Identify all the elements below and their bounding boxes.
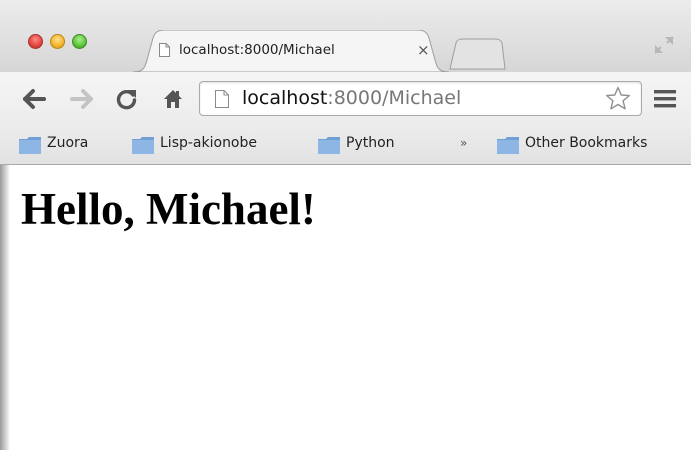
bookmark-label: Python <box>346 135 395 151</box>
url-text: localhost:8000/Michael <box>242 87 461 109</box>
bookmark-star-icon[interactable] <box>605 86 631 111</box>
tab-title: localhost:8000/Michael <box>179 42 335 58</box>
browser-window: localhost:8000/Michael × localhost:8000/… <box>0 0 691 450</box>
page-heading: Hello, Michael! <box>21 184 316 234</box>
title-bar: localhost:8000/Michael × <box>0 0 691 72</box>
forward-arrow-icon[interactable] <box>70 88 94 110</box>
hamburger-menu-icon[interactable] <box>654 90 676 108</box>
page-icon <box>215 90 229 108</box>
browser-toolbar: localhost:8000/Michael <box>0 72 691 126</box>
folder-icon <box>19 137 41 154</box>
window-edge-shadow <box>0 165 10 450</box>
url-path: :8000/Michael <box>327 87 462 109</box>
bookmarks-bar: Zuora Lisp-akionobe Python » Other Bookm… <box>0 126 691 165</box>
folder-icon <box>318 137 340 154</box>
bookmark-label: Lisp-akionobe <box>160 135 258 151</box>
close-window-button[interactable] <box>28 34 43 49</box>
bookmark-label: Other Bookmarks <box>525 135 648 151</box>
address-bar[interactable]: localhost:8000/Michael <box>199 81 642 116</box>
fullscreen-icon[interactable] <box>654 36 674 54</box>
tab-close-button[interactable]: × <box>417 41 430 59</box>
zoom-window-button[interactable] <box>72 34 87 49</box>
home-icon[interactable] <box>162 88 184 110</box>
url-host: localhost <box>242 87 328 109</box>
minimize-window-button[interactable] <box>50 34 65 49</box>
bookmark-label: Zuora <box>47 135 89 151</box>
back-arrow-icon[interactable] <box>22 88 46 110</box>
bookmarks-overflow-chevron[interactable]: » <box>460 136 467 150</box>
page-content: Hello, Michael! <box>0 165 691 450</box>
new-tab-button[interactable] <box>448 38 506 70</box>
folder-icon <box>497 137 519 154</box>
tab-active[interactable]: localhost:8000/Michael × <box>133 30 449 72</box>
page-icon <box>159 43 170 57</box>
folder-icon <box>132 137 154 154</box>
reload-icon[interactable] <box>116 88 138 110</box>
